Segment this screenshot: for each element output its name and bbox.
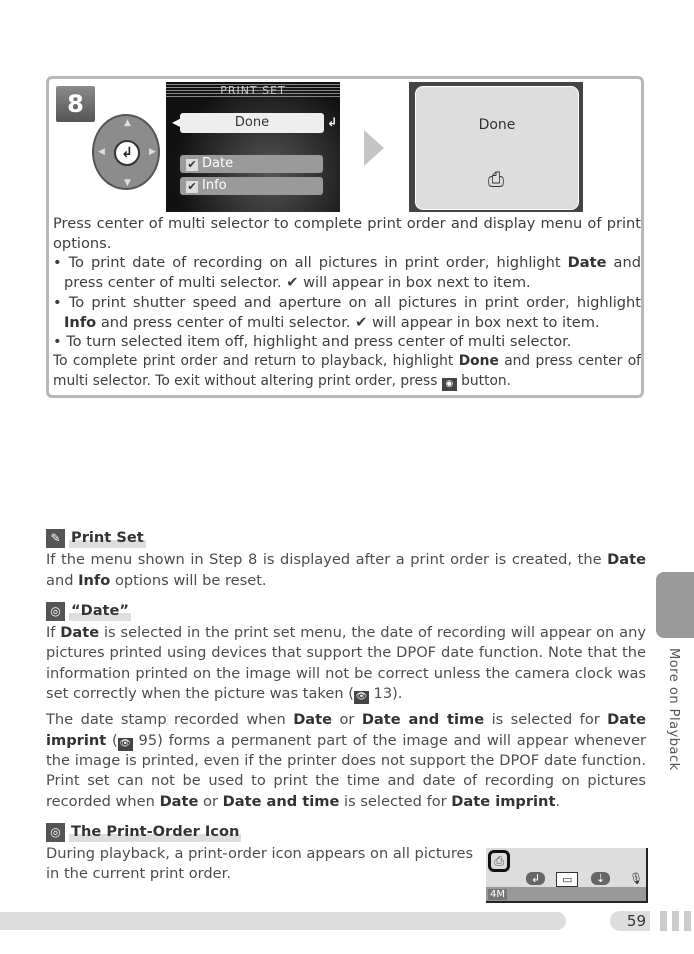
- text: If the menu shown in Step 8 is displayed…: [46, 551, 608, 569]
- text: • To print shutter speed and aperture on…: [53, 293, 641, 311]
- image-size-label: 4M: [488, 889, 507, 900]
- info-option: ✔ Info: [180, 177, 323, 195]
- menu-button-icon: ◉: [441, 377, 457, 391]
- note-heading: ◎ The Print-Order Icon: [46, 821, 646, 843]
- text: button.: [456, 372, 512, 389]
- footer-stripe: [684, 911, 691, 931]
- step-number: 8: [56, 86, 95, 122]
- text: If: [46, 624, 61, 642]
- bold-term: Done: [458, 352, 499, 369]
- bold-term: Info: [64, 313, 97, 331]
- bold-term: Date and time: [361, 711, 485, 729]
- footer-bar: [0, 912, 566, 930]
- text: .: [555, 792, 561, 810]
- enter-icon: ↲: [327, 115, 338, 129]
- paragraph: The date stamp recorded when Date or Dat…: [46, 710, 646, 811]
- done-option: Done: [180, 113, 324, 133]
- print-order-icon: ⎙: [488, 850, 510, 872]
- note-title: Print Set: [69, 528, 146, 549]
- paragraph: Press center of multi selector to comple…: [53, 214, 641, 253]
- paragraph: During playback, a print-order icon appe…: [46, 844, 474, 885]
- page-ref-icon: 👁: [117, 737, 133, 751]
- bold-term: Info: [78, 571, 111, 589]
- zoom-icon: ▭: [556, 872, 579, 887]
- microphone-icon: 🎙: [629, 872, 643, 885]
- text: To complete print order and return to pl…: [53, 352, 459, 369]
- option-label: Date: [202, 156, 234, 171]
- bold-term: Date imprint: [451, 792, 556, 810]
- enter-icon: ↲: [114, 140, 140, 166]
- bold-term: Date: [159, 792, 199, 810]
- text: or: [198, 792, 223, 810]
- bold-term: Date: [567, 254, 607, 272]
- side-tab: [656, 572, 694, 638]
- option-label: Info: [202, 178, 227, 193]
- side-tab-label: More on Playback: [666, 648, 681, 771]
- text: 13).: [368, 685, 403, 703]
- footer-stripe: [660, 911, 667, 931]
- paragraph: • To print date of recording on all pict…: [53, 253, 641, 292]
- notes-section: ✎ Print Set If the menu shown in Step 8 is…: [46, 528, 646, 895]
- text: or: [332, 711, 362, 729]
- text: is selected for: [339, 792, 452, 810]
- page-number: 59: [610, 911, 650, 931]
- arrow-right-icon: [364, 130, 384, 166]
- text: and: [46, 571, 79, 589]
- done-screen: Done ⎙: [409, 82, 583, 212]
- camera-display: ⎙ ↲ ▭ ⇣ 🎙 4M: [486, 848, 648, 903]
- bold-term: Date: [293, 711, 333, 729]
- footer-stripe: [672, 911, 679, 931]
- text: (: [106, 731, 118, 749]
- bold-term: Date and time: [222, 792, 340, 810]
- date-option: ✔ Date: [180, 155, 323, 173]
- note-title: “Date”: [69, 600, 132, 622]
- screen-title: PRINT SET: [166, 84, 340, 97]
- text: During playback, a print-order icon appe…: [46, 845, 474, 883]
- transfer-icon: ⇣: [591, 872, 611, 885]
- step-instructions: Press center of multi selector to comple…: [53, 214, 641, 391]
- checkbox-icon: ✔: [186, 158, 198, 171]
- right-arrow-icon: ▶: [149, 147, 156, 157]
- note-heading: ✎ Print Set: [46, 528, 646, 549]
- enter-icon: ↲: [526, 872, 546, 885]
- text: is selected in the print set menu, the d…: [46, 624, 646, 703]
- paragraph: • To turn selected item off, highlight a…: [53, 332, 641, 352]
- note-heading: ◎ “Date”: [46, 600, 646, 622]
- paperclip-icon: ✎: [46, 528, 65, 548]
- paragraph: • To print shutter speed and aperture on…: [53, 293, 641, 332]
- print-set-screen: PRINT SET ◀ Done ↲ ✔ Date ✔ Info: [166, 82, 340, 212]
- text: • To print date of recording on all pict…: [53, 254, 568, 272]
- text: is selected for: [484, 711, 608, 729]
- text: Press center of multi selector to comple…: [53, 215, 641, 252]
- paragraph: If Date is selected in the print set men…: [46, 623, 646, 705]
- print-order-icon: ⎙: [488, 167, 504, 191]
- magnifier-icon: ◎: [46, 601, 65, 621]
- up-arrow-icon: ▲: [124, 118, 131, 128]
- checkbox-icon: ✔: [186, 180, 198, 193]
- note-title: The Print-Order Icon: [69, 821, 242, 843]
- bold-term: Date: [607, 551, 646, 569]
- bold-term: Date: [60, 624, 100, 642]
- text: The date stamp recorded when: [46, 711, 294, 729]
- left-arrow-icon: ◀: [98, 147, 105, 157]
- done-label: Done: [478, 117, 516, 133]
- paragraph: To complete print order and return to pl…: [53, 352, 641, 391]
- magnifier-icon: ◎: [46, 822, 65, 842]
- page-ref-icon: 👁: [353, 691, 369, 705]
- multi-selector-icon: ▲ ▼ ◀ ▶ ↲: [92, 114, 160, 190]
- text: options will be reset.: [110, 571, 267, 589]
- paragraph: If the menu shown in Step 8 is displayed…: [46, 550, 646, 591]
- text: • To turn selected item off, highlight a…: [53, 333, 572, 351]
- down-arrow-icon: ▼: [124, 178, 131, 188]
- text: and press center of multi selector. ✔ wi…: [96, 313, 600, 331]
